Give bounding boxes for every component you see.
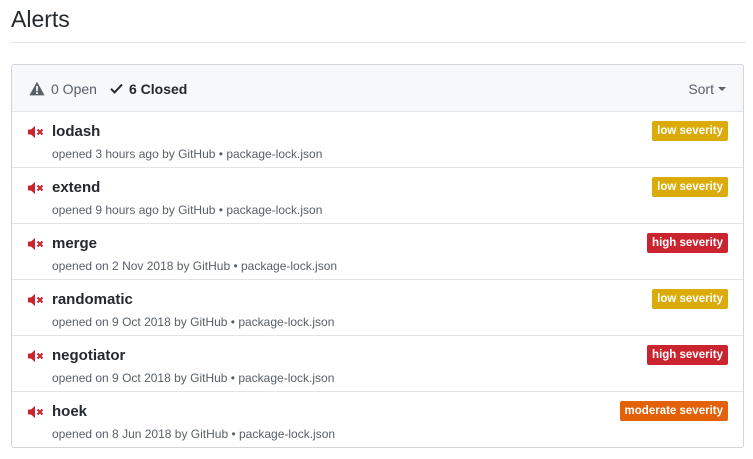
mute-icon [28, 238, 44, 250]
closed-filter-link[interactable]: 6 Closed [110, 65, 187, 112]
open-filter-link[interactable]: 0 Open [29, 65, 97, 112]
alert-package-name[interactable]: randomatic [52, 290, 133, 310]
alert-row: hoek opened on 8 Jun 2018 by GitHub • pa… [12, 392, 743, 447]
alert-meta: opened on 2 Nov 2018 by GitHub • package… [52, 259, 338, 273]
alert-meta: opened on 9 Oct 2018 by GitHub • package… [52, 371, 335, 385]
alerts-list-box: 0 Open 6 Closed Sort lodash opened 3 hou… [11, 64, 744, 448]
caret-down-icon [718, 87, 726, 91]
check-icon [110, 83, 123, 94]
severity-badge: low severity [652, 121, 728, 141]
title-divider [11, 42, 746, 43]
alert-row: negotiator opened on 9 Oct 2018 by GitHu… [12, 336, 743, 392]
severity-badge: low severity [652, 177, 728, 197]
sort-dropdown[interactable]: Sort [688, 65, 726, 112]
alert-meta: opened 3 hours ago by GitHub • package-l… [52, 147, 323, 161]
alert-meta: opened on 8 Jun 2018 by GitHub • package… [52, 427, 336, 441]
severity-badge: moderate severity [619, 401, 728, 421]
severity-badge: high severity [647, 233, 728, 253]
severity-badge: high severity [647, 345, 728, 365]
alert-row: randomatic opened on 9 Oct 2018 by GitHu… [12, 280, 743, 336]
sort-label: Sort [688, 80, 714, 97]
alert-package-name[interactable]: negotiator [52, 346, 125, 366]
alerts-list-header: 0 Open 6 Closed Sort [12, 65, 743, 112]
open-count-label: 0 Open [51, 80, 97, 97]
page-title: Alerts [11, 6, 70, 32]
alert-package-name[interactable]: extend [52, 178, 100, 198]
mute-icon [28, 126, 44, 138]
alert-meta: opened 9 hours ago by GitHub • package-l… [52, 203, 323, 217]
alert-row: merge opened on 2 Nov 2018 by GitHub • p… [12, 224, 743, 280]
alert-row: extend opened 9 hours ago by GitHub • pa… [12, 168, 743, 224]
alert-meta: opened on 9 Oct 2018 by GitHub • package… [52, 315, 335, 329]
mute-icon [28, 182, 44, 194]
alerts-rows: lodash opened 3 hours ago by GitHub • pa… [12, 112, 743, 447]
alert-package-name[interactable]: hoek [52, 402, 87, 422]
closed-count-label: 6 Closed [129, 80, 188, 97]
mute-icon [28, 406, 44, 418]
alerts-page: Alerts 0 Open 6 Closed Sort lodash opene… [0, 0, 753, 459]
alert-package-name[interactable]: lodash [52, 122, 100, 142]
mute-icon [28, 350, 44, 362]
mute-icon [28, 294, 44, 306]
alert-icon [29, 81, 45, 96]
alert-row: lodash opened 3 hours ago by GitHub • pa… [12, 112, 743, 168]
severity-badge: low severity [652, 289, 728, 309]
alert-package-name[interactable]: merge [52, 234, 97, 254]
